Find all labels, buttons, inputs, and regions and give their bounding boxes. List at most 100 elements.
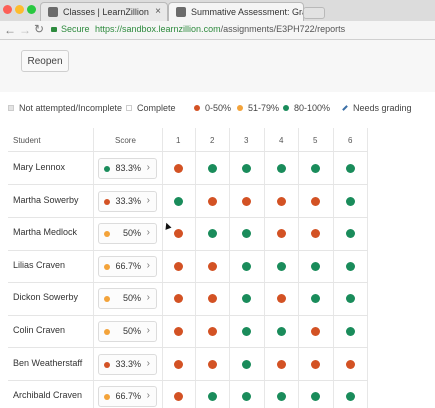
question-result-dot[interactable]	[277, 261, 286, 271]
row-divider	[8, 250, 368, 251]
question-result-dot[interactable]	[311, 327, 320, 336]
question-result-dot[interactable]	[311, 392, 320, 402]
question-result-dot[interactable]	[346, 359, 355, 369]
column-divider	[264, 128, 265, 408]
tab-classes[interactable]: Classes | LearnZillion ×	[40, 2, 168, 21]
question-result-dot[interactable]	[277, 327, 286, 336]
question-result-dot[interactable]	[208, 229, 217, 239]
score-button[interactable]: 33.3% ›	[98, 353, 157, 375]
score-button[interactable]: 50% ›	[98, 288, 157, 310]
score-button[interactable]: 50% ›	[98, 223, 157, 245]
close-tab-icon[interactable]: ×	[155, 3, 161, 21]
question-result-dot[interactable]	[242, 294, 251, 304]
complete-swatch-icon	[126, 105, 132, 111]
question-result-dot[interactable]	[208, 359, 217, 369]
question-column-header[interactable]: 4	[279, 136, 283, 145]
question-column-header[interactable]: 6	[348, 136, 352, 145]
question-result-dot[interactable]	[346, 392, 355, 402]
question-column-header[interactable]: 1	[176, 136, 180, 145]
column-divider	[367, 128, 368, 408]
score-button[interactable]: 50% ›	[98, 321, 157, 342]
question-column-header[interactable]: 3	[244, 136, 248, 145]
question-result-dot[interactable]	[346, 164, 355, 173]
chevron-right-icon: ›	[146, 194, 150, 206]
close-window-icon[interactable]	[3, 5, 12, 14]
question-result-dot[interactable]	[277, 359, 286, 369]
tab-label: Classes | LearnZillion	[63, 7, 149, 17]
question-result-dot[interactable]	[208, 294, 217, 304]
score-button[interactable]: 83.3% ›	[98, 158, 157, 179]
score-button[interactable]: 33.3% ›	[98, 190, 157, 212]
question-result-dot[interactable]	[242, 359, 251, 369]
question-result-dot[interactable]	[277, 164, 286, 173]
row-divider	[8, 315, 368, 316]
maximize-window-icon[interactable]	[27, 5, 36, 14]
question-result-dot[interactable]	[311, 359, 320, 369]
question-result-dot[interactable]	[208, 392, 217, 402]
question-result-dot[interactable]	[208, 164, 217, 173]
url-text[interactable]: https://sandbox.learnzillion.com/assignm…	[95, 24, 345, 34]
question-result-dot[interactable]	[311, 164, 320, 173]
chevron-right-icon: ›	[146, 357, 150, 369]
question-result-dot[interactable]	[277, 392, 286, 402]
score-button[interactable]: 66.7% ›	[98, 255, 157, 277]
lock-icon	[51, 27, 57, 32]
question-result-dot[interactable]	[174, 164, 183, 173]
row-divider	[8, 184, 368, 185]
student-column-header: Student	[13, 136, 41, 145]
back-arrow-icon[interactable]: ←	[4, 23, 16, 37]
question-result-dot[interactable]	[208, 261, 217, 271]
score-value: 66.7%	[115, 260, 141, 271]
reopen-button[interactable]: Reopen	[21, 50, 69, 72]
legend-not-attempted: Not attempted/Incomplete	[8, 103, 122, 113]
question-result-dot[interactable]	[242, 261, 251, 271]
question-result-dot[interactable]	[242, 196, 251, 206]
question-result-dot[interactable]	[277, 294, 286, 304]
question-result-dot[interactable]	[208, 327, 217, 336]
question-result-dot[interactable]	[174, 294, 183, 304]
mid-score-dot-icon	[237, 105, 243, 111]
new-tab-button[interactable]	[303, 7, 325, 19]
score-button[interactable]: 66.7% ›	[98, 386, 157, 408]
question-result-dot[interactable]	[311, 294, 320, 304]
address-bar: ← → ↻ Secure https://sandbox.learnzillio…	[0, 21, 435, 40]
question-column-header[interactable]: 2	[210, 136, 214, 145]
chevron-right-icon: ›	[146, 292, 150, 304]
question-result-dot[interactable]	[346, 229, 355, 239]
question-result-dot[interactable]	[242, 392, 251, 402]
question-result-dot[interactable]	[346, 261, 355, 271]
row-divider	[8, 347, 368, 348]
question-result-dot[interactable]	[277, 229, 286, 239]
score-level-dot-icon	[104, 231, 110, 238]
minimize-window-icon[interactable]	[15, 5, 24, 14]
url-host: https://sandbox.learnzillion.com	[95, 24, 221, 34]
forward-arrow-icon[interactable]: →	[19, 23, 31, 37]
score-column-header: Score	[115, 136, 136, 145]
question-result-dot[interactable]	[242, 327, 251, 336]
header-divider	[8, 151, 368, 152]
student-name: Ben Weatherstaff	[13, 357, 83, 368]
question-result-dot[interactable]	[208, 196, 217, 206]
question-result-dot[interactable]	[346, 327, 355, 336]
question-result-dot[interactable]	[174, 392, 183, 402]
question-result-dot[interactable]	[174, 261, 183, 271]
question-result-dot[interactable]	[311, 261, 320, 271]
question-result-dot[interactable]	[346, 294, 355, 304]
question-result-dot[interactable]	[174, 229, 183, 239]
question-column-header[interactable]: 5	[313, 136, 317, 145]
learnzillion-favicon-icon	[48, 7, 58, 17]
question-result-dot[interactable]	[174, 196, 183, 206]
question-result-dot[interactable]	[311, 229, 320, 239]
question-result-dot[interactable]	[174, 327, 183, 336]
question-result-dot[interactable]	[277, 196, 286, 206]
legend-label: Not attempted/Incomplete	[19, 103, 123, 113]
reload-icon[interactable]: ↻	[34, 22, 44, 36]
question-result-dot[interactable]	[346, 196, 355, 206]
question-result-dot[interactable]	[242, 164, 251, 173]
student-name: Lilias Craven	[13, 259, 66, 270]
question-result-dot[interactable]	[174, 359, 183, 369]
tab-summative-assessment[interactable]: Summative Assessment: Grad	[168, 2, 304, 21]
score-level-dot-icon	[104, 296, 110, 303]
question-result-dot[interactable]	[242, 229, 251, 239]
question-result-dot[interactable]	[311, 196, 320, 206]
